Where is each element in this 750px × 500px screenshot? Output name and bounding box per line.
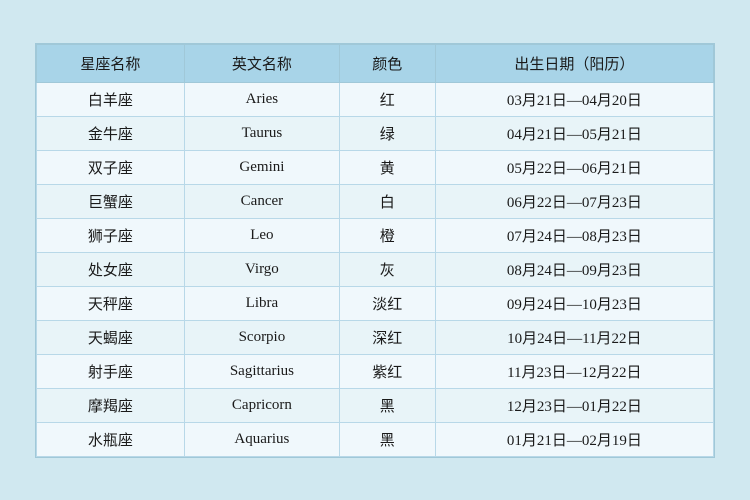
cell-dates: 04月21日—05月21日 bbox=[435, 116, 713, 150]
cell-dates: 01月21日—02月19日 bbox=[435, 422, 713, 456]
cell-color: 灰 bbox=[339, 252, 435, 286]
table-row: 处女座Virgo灰08月24日—09月23日 bbox=[37, 252, 714, 286]
cell-chinese: 摩羯座 bbox=[37, 388, 185, 422]
table-row: 金牛座Taurus绿04月21日—05月21日 bbox=[37, 116, 714, 150]
cell-english: Libra bbox=[184, 286, 339, 320]
cell-chinese: 双子座 bbox=[37, 150, 185, 184]
cell-dates: 09月24日—10月23日 bbox=[435, 286, 713, 320]
cell-color: 白 bbox=[339, 184, 435, 218]
cell-english: Leo bbox=[184, 218, 339, 252]
table-row: 双子座Gemini黄05月22日—06月21日 bbox=[37, 150, 714, 184]
cell-color: 紫红 bbox=[339, 354, 435, 388]
cell-chinese: 射手座 bbox=[37, 354, 185, 388]
cell-color: 黑 bbox=[339, 422, 435, 456]
cell-color: 红 bbox=[339, 82, 435, 116]
table-row: 巨蟹座Cancer白06月22日—07月23日 bbox=[37, 184, 714, 218]
col-header-chinese: 星座名称 bbox=[37, 44, 185, 82]
cell-english: Capricorn bbox=[184, 388, 339, 422]
cell-color: 黄 bbox=[339, 150, 435, 184]
cell-english: Taurus bbox=[184, 116, 339, 150]
table-row: 摩羯座Capricorn黑12月23日—01月22日 bbox=[37, 388, 714, 422]
cell-chinese: 狮子座 bbox=[37, 218, 185, 252]
col-header-color: 颜色 bbox=[339, 44, 435, 82]
cell-dates: 07月24日—08月23日 bbox=[435, 218, 713, 252]
cell-dates: 06月22日—07月23日 bbox=[435, 184, 713, 218]
cell-dates: 03月21日—04月20日 bbox=[435, 82, 713, 116]
col-header-english: 英文名称 bbox=[184, 44, 339, 82]
cell-dates: 11月23日—12月22日 bbox=[435, 354, 713, 388]
table-body: 白羊座Aries红03月21日—04月20日金牛座Taurus绿04月21日—0… bbox=[37, 82, 714, 456]
col-header-dates: 出生日期（阳历） bbox=[435, 44, 713, 82]
cell-english: Virgo bbox=[184, 252, 339, 286]
table-row: 狮子座Leo橙07月24日—08月23日 bbox=[37, 218, 714, 252]
cell-chinese: 天蝎座 bbox=[37, 320, 185, 354]
table-row: 白羊座Aries红03月21日—04月20日 bbox=[37, 82, 714, 116]
cell-english: Cancer bbox=[184, 184, 339, 218]
cell-chinese: 白羊座 bbox=[37, 82, 185, 116]
table-header-row: 星座名称 英文名称 颜色 出生日期（阳历） bbox=[37, 44, 714, 82]
cell-dates: 08月24日—09月23日 bbox=[435, 252, 713, 286]
zodiac-table: 星座名称 英文名称 颜色 出生日期（阳历） 白羊座Aries红03月21日—04… bbox=[36, 44, 714, 457]
table-row: 天蝎座Scorpio深红10月24日—11月22日 bbox=[37, 320, 714, 354]
cell-english: Gemini bbox=[184, 150, 339, 184]
cell-color: 淡红 bbox=[339, 286, 435, 320]
table-row: 水瓶座Aquarius黑01月21日—02月19日 bbox=[37, 422, 714, 456]
cell-color: 黑 bbox=[339, 388, 435, 422]
cell-dates: 05月22日—06月21日 bbox=[435, 150, 713, 184]
cell-color: 深红 bbox=[339, 320, 435, 354]
cell-chinese: 巨蟹座 bbox=[37, 184, 185, 218]
cell-dates: 12月23日—01月22日 bbox=[435, 388, 713, 422]
cell-english: Sagittarius bbox=[184, 354, 339, 388]
cell-english: Aries bbox=[184, 82, 339, 116]
cell-chinese: 水瓶座 bbox=[37, 422, 185, 456]
cell-chinese: 金牛座 bbox=[37, 116, 185, 150]
table-row: 天秤座Libra淡红09月24日—10月23日 bbox=[37, 286, 714, 320]
cell-english: Aquarius bbox=[184, 422, 339, 456]
cell-chinese: 处女座 bbox=[37, 252, 185, 286]
cell-color: 橙 bbox=[339, 218, 435, 252]
table-row: 射手座Sagittarius紫红11月23日—12月22日 bbox=[37, 354, 714, 388]
cell-dates: 10月24日—11月22日 bbox=[435, 320, 713, 354]
zodiac-table-container: 星座名称 英文名称 颜色 出生日期（阳历） 白羊座Aries红03月21日—04… bbox=[35, 43, 715, 458]
cell-color: 绿 bbox=[339, 116, 435, 150]
cell-chinese: 天秤座 bbox=[37, 286, 185, 320]
cell-english: Scorpio bbox=[184, 320, 339, 354]
